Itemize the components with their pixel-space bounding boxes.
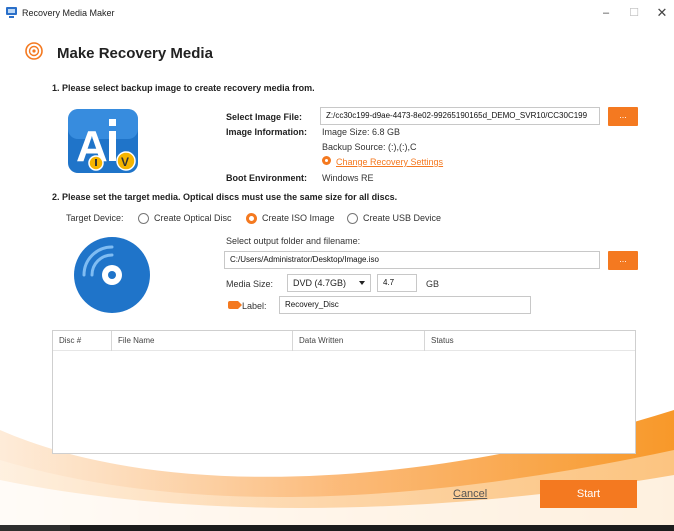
image-browse-button[interactable]: ... (608, 107, 638, 126)
ai-logo-icon: A V (68, 109, 138, 173)
title-bar: Recovery Media Maker – ☐ ✕ (0, 0, 674, 26)
media-size-unit: GB (426, 279, 440, 289)
column-data-written[interactable]: Data Written (292, 331, 424, 351)
app-icon (6, 7, 17, 18)
svg-text:V: V (121, 155, 129, 169)
table-header: Disc # File Name Data Written Status (53, 331, 635, 351)
output-browse-button[interactable]: ... (608, 251, 638, 270)
minimize-button[interactable]: – (592, 4, 620, 22)
page-title: Make Recovery Media (57, 45, 213, 62)
usb-device-radio[interactable] (347, 213, 358, 224)
media-size-label: Media Size: (226, 279, 274, 289)
usb-device-option-label[interactable]: Create USB Device (363, 213, 441, 223)
recovery-media-maker-window: Recovery Media Maker – ☐ ✕ Make Recovery… (0, 0, 674, 531)
disc-table: Disc # File Name Data Written Status (52, 330, 636, 454)
chevron-down-icon (359, 281, 365, 285)
taskbar-strip (0, 525, 674, 531)
column-disc-number[interactable]: Disc # (53, 331, 111, 351)
iso-image-radio[interactable] (246, 213, 257, 224)
start-button[interactable]: Start (540, 480, 637, 508)
change-recovery-settings-link[interactable]: Change Recovery Settings (336, 157, 443, 167)
label-input[interactable]: Recovery_Disc (279, 296, 531, 314)
select-image-label: Select Image File: (226, 112, 303, 122)
maximize-button[interactable]: ☐ (620, 4, 648, 22)
image-file-input[interactable]: Z:/cc30c199-d9ae-4473-8e02-99265190165d_… (320, 107, 600, 125)
close-button[interactable]: ✕ (648, 4, 674, 22)
boot-environment-value: Windows RE (322, 173, 374, 183)
output-folder-label: Select output folder and filename: (226, 236, 361, 246)
disc-icon (74, 237, 150, 313)
media-size-selected-value: DVD (4.7GB) (293, 278, 347, 288)
media-size-input[interactable]: 4.7 (377, 274, 417, 292)
section2-heading: 2. Please set the target media. Optical … (52, 192, 398, 202)
window-title: Recovery Media Maker (22, 8, 115, 18)
backup-source-text: Backup Source: (:),(:),C (322, 142, 417, 152)
section1-heading: 1. Please select backup image to create … (52, 83, 315, 93)
label-field-label: Label: (242, 301, 267, 311)
boot-environment-label: Boot Environment: (226, 173, 307, 183)
settings-gear-icon (322, 156, 331, 165)
column-status[interactable]: Status (424, 331, 635, 351)
cancel-button[interactable]: Cancel (453, 488, 487, 500)
optical-disc-option-label[interactable]: Create Optical Disc (154, 213, 232, 223)
image-size-text: Image Size: 6.8 GB (322, 127, 401, 137)
output-path-input[interactable]: C:/Users/Administrator/Desktop/Image.iso (224, 251, 600, 269)
iso-image-option-label[interactable]: Create ISO Image (262, 213, 335, 223)
tag-icon (228, 301, 242, 309)
target-device-label: Target Device: (66, 213, 124, 223)
column-file-name[interactable]: File Name (111, 331, 292, 351)
optical-disc-radio[interactable] (138, 213, 149, 224)
recovery-media-icon (25, 42, 43, 60)
media-size-select[interactable]: DVD (4.7GB) (287, 274, 371, 292)
image-information-label: Image Information: (226, 127, 308, 137)
